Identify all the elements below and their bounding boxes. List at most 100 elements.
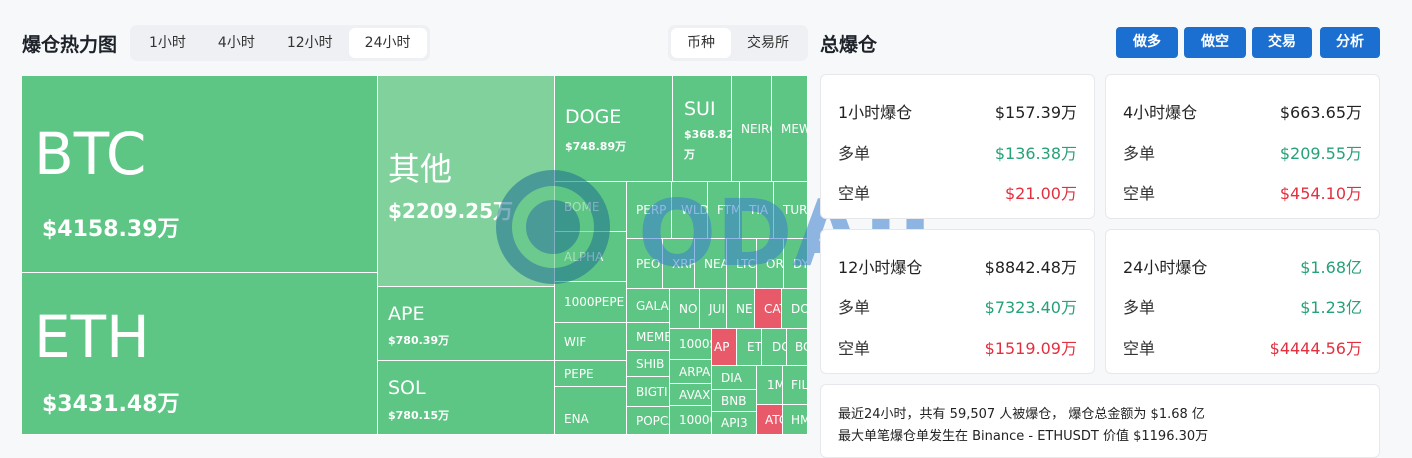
treemap-cell-wld[interactable]: WLD <box>672 182 708 239</box>
treemap-cell-dot[interactable]: DO <box>782 289 808 329</box>
cell-name: NEIRO <box>741 121 771 136</box>
short-label: 空单 <box>1123 184 1156 203</box>
card-total-row: 1小时爆仓 $157.39万 <box>838 99 1077 122</box>
summary-line-1: 最近24小时，共有 59,507 人被爆仓， 爆仓总金额为 $1.68 亿 <box>838 407 1205 422</box>
treemap-cell-sui[interactable]: SUI $368.82 万 <box>673 76 732 182</box>
treemap-cell-ordi[interactable]: ORD <box>757 239 784 289</box>
treemap-cell-cati[interactable]: CAT <box>755 289 782 329</box>
time-option-24h[interactable]: 24小时 <box>348 28 427 58</box>
treemap-cell-avax[interactable]: AVAX <box>670 384 712 406</box>
card-total: $663.65万 <box>1279 103 1362 122</box>
treemap-cell-jup[interactable]: JUI <box>700 289 727 329</box>
cell-name: TIA <box>749 203 769 217</box>
treemap-cell-meme[interactable]: MEME <box>627 323 670 351</box>
view-option-coin[interactable]: 币种 <box>671 28 731 58</box>
cell-name: DC <box>772 340 786 354</box>
card-long-row: 多单 $136.38万 <box>838 140 1077 163</box>
treemap-cell-ape[interactable]: APE $780.39万 <box>378 287 555 361</box>
cell-name: POPCA <box>636 413 669 428</box>
treemap-cell-mew[interactable]: MEW <box>772 76 808 182</box>
analysis-button[interactable]: 分析 <box>1320 27 1380 58</box>
short-label: 空单 <box>838 339 871 358</box>
long-label: 多单 <box>1123 298 1156 317</box>
liquidation-treemap: BTC $4158.39万 ETH $3431.48万 其他 $2209.25万… <box>22 76 808 435</box>
long-label: 多单 <box>838 298 871 317</box>
card-total: $8842.48万 <box>984 258 1077 277</box>
treemap-cell-dogs[interactable]: DC <box>762 329 787 366</box>
treemap-cell-api3[interactable]: API3 <box>712 412 757 435</box>
cell-name: BIGTI <box>636 384 668 399</box>
view-option-exchange[interactable]: 交易所 <box>731 28 805 58</box>
treemap-cell-fil[interactable]: FIL <box>783 366 808 405</box>
cell-name: DYI <box>793 256 807 271</box>
card-long-row: 多单 $1.23亿 <box>1123 294 1362 317</box>
treemap-cell-apt[interactable]: AP <box>712 329 737 366</box>
cell-name: PEPE <box>564 366 594 381</box>
liquidation-card-1h: 1小时爆仓 $157.39万 多单 $136.38万 空单 $21.00万 <box>820 74 1095 219</box>
treemap-cell-turbo[interactable]: TUR <box>774 182 808 239</box>
treemap-cell-alpha[interactable]: ALPHA <box>555 232 627 282</box>
treemap-cell-shib[interactable]: SHIB <box>627 351 670 377</box>
time-option-1h[interactable]: 1小时 <box>133 28 202 58</box>
treemap-cell-1000s[interactable]: 1000S <box>670 329 712 360</box>
treemap-cell-neo[interactable]: NE <box>727 289 755 329</box>
cell-name: ALPHA <box>564 249 604 264</box>
long-value: $209.55万 <box>1279 144 1362 163</box>
cell-name: XRP <box>672 256 695 271</box>
cell-name: ATC <box>765 412 782 427</box>
cell-name: 1000S <box>679 337 711 351</box>
treemap-cell-perp[interactable]: PERP <box>627 182 672 239</box>
treemap-cell-ftm[interactable]: FTM <box>708 182 740 239</box>
treemap-cell-hmstr[interactable]: HM <box>783 405 808 435</box>
cell-name: AVAX <box>679 387 711 402</box>
cell-value: $2209.25万 <box>388 199 514 223</box>
treemap-cell-10000[interactable]: 10000 <box>670 406 712 435</box>
treemap-cell-btc[interactable]: BTC $4158.39万 <box>22 76 378 273</box>
cell-name: MEME <box>636 329 670 344</box>
treemap-cell-atom[interactable]: ATC <box>757 405 783 435</box>
treemap-cell-near[interactable]: NEA <box>695 239 727 289</box>
treemap-cell-dydx[interactable]: DYI <box>784 239 808 289</box>
treemap-cell-gala[interactable]: GALA <box>627 289 670 323</box>
cell-name: NEA <box>704 256 727 271</box>
treemap-cell-tia[interactable]: TIA <box>740 182 774 239</box>
liquidation-dashboard: 爆仓热力图 1小时 4小时 12小时 24小时 币种 交易所 BTC $4158… <box>0 0 1412 458</box>
treemap-cell-sol[interactable]: SOL $780.15万 <box>378 361 555 435</box>
treemap-cell-pepe[interactable]: PEPE <box>555 361 627 387</box>
cell-name: 1000PEPE <box>564 295 625 309</box>
card-period: 4小时爆仓 <box>1123 103 1198 122</box>
treemap-cell-wif[interactable]: WIF <box>555 323 627 361</box>
treemap-cell-dia[interactable]: DIA <box>712 366 757 390</box>
cell-value: $780.39万 <box>388 334 450 347</box>
treemap-cell-eth[interactable]: ETH $3431.48万 <box>22 273 378 435</box>
treemap-cell-bnb[interactable]: BNB <box>712 390 757 412</box>
short-button[interactable]: 做空 <box>1184 27 1246 58</box>
treemap-cell-bome2[interactable]: BO <box>787 329 808 366</box>
time-option-4h[interactable]: 4小时 <box>202 28 271 58</box>
short-value: $21.00万 <box>1005 184 1077 203</box>
treemap-cell-etc[interactable]: ET <box>737 329 762 366</box>
treemap-cell-doge[interactable]: DOGE $748.89万 <box>555 76 673 182</box>
long-value: $7323.40万 <box>984 298 1077 317</box>
long-button[interactable]: 做多 <box>1116 27 1178 58</box>
treemap-cell-ena[interactable]: ENA <box>555 403 627 435</box>
treemap-cell-bigtime[interactable]: BIGTI <box>627 377 670 407</box>
time-option-12h[interactable]: 12小时 <box>271 28 349 58</box>
short-label: 空单 <box>838 184 871 203</box>
treemap-cell-xrp[interactable]: XRP <box>663 239 695 289</box>
treemap-cell-people[interactable]: PEO <box>627 239 663 289</box>
treemap-cell-1m[interactable]: 1M <box>757 366 783 405</box>
treemap-cell-ltc[interactable]: LTC <box>727 239 757 289</box>
treemap-cell-bome[interactable]: BOME <box>555 182 627 232</box>
short-value: $454.10万 <box>1279 184 1362 203</box>
card-total-row: 4小时爆仓 $663.65万 <box>1123 99 1362 122</box>
cell-name: PEO <box>636 256 661 271</box>
treemap-cell-not[interactable]: NO <box>670 289 700 329</box>
treemap-cell-1000pepe[interactable]: 1000PEPE <box>555 282 627 323</box>
treemap-cell-arpa[interactable]: ARPA <box>670 360 712 384</box>
treemap-cell-neiro[interactable]: NEIRO <box>732 76 772 182</box>
treemap-cell-popcat[interactable]: POPCA <box>627 407 670 435</box>
trade-button[interactable]: 交易 <box>1252 27 1312 58</box>
treemap-cell-others[interactable]: 其他 $2209.25万 <box>378 76 555 287</box>
cell-name: HM <box>791 412 807 427</box>
